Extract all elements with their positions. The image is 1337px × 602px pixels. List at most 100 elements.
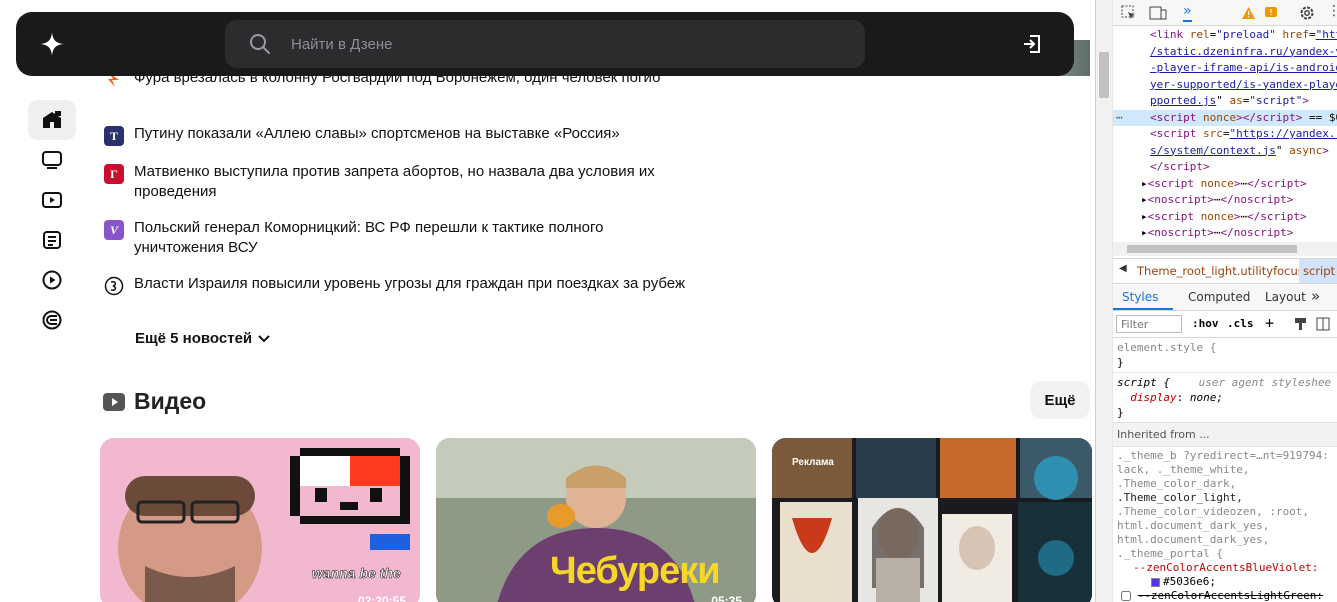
- styles-pane: element.style {} script { user agent sty…: [1113, 338, 1337, 602]
- news-headline[interactable]: Путину показали «Аллею славы» спортсмено…: [134, 124, 694, 146]
- add-rule-icon[interactable]: +: [1265, 314, 1274, 332]
- inspect-element-icon[interactable]: [1121, 5, 1137, 21]
- theme-line: .Theme_color_dark,: [1117, 477, 1237, 490]
- tab-computed[interactable]: Computed: [1188, 290, 1250, 304]
- search-icon: [250, 34, 270, 54]
- svg-text:wanna be the: wanna be the: [312, 565, 401, 581]
- theme-line: lack, ._theme_white,: [1117, 463, 1250, 476]
- news-headline[interactable]: Власти Израиля повысили уровень угрозы д…: [134, 274, 694, 296]
- news-item[interactable]: T Путину показали «Аллею славы» спортсме…: [104, 124, 694, 146]
- violet-prop[interactable]: --zenColorAccentsBlueViolet:: [1133, 561, 1318, 574]
- breadcrumb-item-selected[interactable]: script: [1299, 259, 1337, 283]
- video-section-title: Видео: [134, 388, 207, 414]
- paint-brush-icon[interactable]: [1294, 317, 1307, 331]
- issues-icon[interactable]: [1265, 7, 1277, 19]
- dom-node-line[interactable]: ▸<script nonce>⋯</script>: [1113, 209, 1337, 226]
- dom-node-line[interactable]: <link rel="preload" href="htt: [1113, 27, 1337, 44]
- tab-styles[interactable]: Styles: [1122, 290, 1158, 304]
- news-headline[interactable]: Матвиенко выступила против запрета аборт…: [134, 162, 694, 202]
- theme-line: ._theme_portal {: [1117, 547, 1223, 560]
- news-item[interactable]: Г Матвиенко выступила против запрета або…: [104, 162, 694, 202]
- video-duration: 05:35: [711, 594, 742, 602]
- dom-node-line[interactable]: /static.dzeninfra.ru/yandex-v: [1113, 44, 1337, 61]
- script-selector: script {: [1117, 376, 1170, 389]
- more-tabs-icon[interactable]: »: [1183, 3, 1192, 22]
- styles-filter-bar: :hov .cls +: [1113, 312, 1337, 338]
- dzen-logo-icon[interactable]: [40, 32, 64, 56]
- more-news-label: Ещё 5 новостей: [135, 330, 253, 347]
- color-swatch-icon[interactable]: [1151, 577, 1160, 587]
- login-icon[interactable]: [1020, 32, 1044, 56]
- nav-channels[interactable]: [28, 300, 76, 340]
- styles-filter-input[interactable]: [1116, 315, 1182, 333]
- styles-tabs: Styles Computed Layout »: [1113, 285, 1337, 311]
- theme-line: html.document_dark_yes,: [1117, 533, 1270, 546]
- ad-card[interactable]: Реклама: [772, 438, 1092, 602]
- more-options-icon[interactable]: ⋮: [1327, 3, 1337, 19]
- theme-line: .Theme_color_light,: [1117, 491, 1243, 504]
- nav-articles[interactable]: [28, 220, 76, 260]
- device-toolbar-icon[interactable]: [1149, 5, 1167, 21]
- hov-toggle[interactable]: :hov: [1192, 317, 1219, 330]
- search-bar[interactable]: [225, 20, 865, 68]
- news-item[interactable]: Власти Израиля повысили уровень угрозы д…: [104, 274, 694, 296]
- dom-node-line[interactable]: ▸<noscript>⋯</noscript>: [1113, 225, 1337, 242]
- green-prop[interactable]: --zenColorAccentsLightGreen:: [1138, 589, 1323, 602]
- source-logo-icon: Г: [104, 164, 124, 184]
- display-prop[interactable]: display: [1130, 391, 1176, 404]
- news-headline[interactable]: Польский генерал Коморницкий: ВС РФ пере…: [134, 218, 694, 258]
- tab-layout[interactable]: Layout: [1265, 290, 1306, 304]
- element-style-rule[interactable]: element.style {}: [1113, 338, 1337, 372]
- dom-node-line[interactable]: <script nonce></script> == $0⋯: [1113, 109, 1337, 127]
- violet-val[interactable]: #5036e6;: [1163, 575, 1216, 588]
- channels-icon: [42, 310, 62, 330]
- video-card[interactable]: wanna be the 02:20:55: [100, 438, 420, 602]
- dom-tree[interactable]: <link rel="preload" href="htt/static.dze…: [1113, 27, 1337, 242]
- dom-node-line[interactable]: yer-supported/is-yandex-playe: [1113, 77, 1337, 94]
- dom-node-line[interactable]: -player-iframe-api/is-android: [1113, 60, 1337, 77]
- more-tabs-icon[interactable]: »: [1311, 287, 1320, 305]
- video-card[interactable]: Чебуреки 05:35: [436, 438, 756, 602]
- scrollbar-thumb[interactable]: [1099, 52, 1109, 98]
- warning-icon[interactable]: [1242, 7, 1255, 19]
- cls-toggle[interactable]: .cls: [1227, 317, 1254, 330]
- node-actions-icon[interactable]: ⋯: [1116, 110, 1123, 127]
- dom-node-line[interactable]: ▸<noscript>⋯</noscript>: [1113, 192, 1337, 209]
- hscroll-thumb[interactable]: [1127, 245, 1297, 253]
- home-icon: [43, 111, 61, 128]
- nav-video[interactable]: [28, 180, 76, 220]
- dom-node-line[interactable]: pported.js" as="script">: [1113, 93, 1337, 110]
- tv-icon: [42, 151, 62, 169]
- search-input[interactable]: [291, 20, 831, 68]
- video-section-header: Видео: [102, 388, 206, 415]
- dom-node-line[interactable]: <script src="https://yandex.r: [1113, 126, 1337, 143]
- toggle-sidebar-icon[interactable]: [1316, 317, 1330, 331]
- more-news-button[interactable]: Ещё 5 новостей: [135, 330, 270, 347]
- theme-line: .Theme_color_videozen, :root,: [1117, 505, 1310, 518]
- source-logo-icon: [104, 276, 124, 296]
- page-scrollbar[interactable]: [1096, 0, 1113, 602]
- video-more-button[interactable]: Ещё: [1030, 381, 1090, 419]
- source-logo-icon: V: [104, 220, 124, 240]
- news-item[interactable]: V Польский генерал Коморницкий: ВС РФ пе…: [104, 218, 694, 258]
- nav-shorts[interactable]: [28, 260, 76, 300]
- theme-rule[interactable]: ._theme_b ?yredirect=…nt=919794: lack, .…: [1113, 447, 1337, 602]
- breadcrumb-item[interactable]: Theme_root_light.utilityfocus: [1137, 264, 1304, 278]
- property-checkbox[interactable]: [1121, 591, 1131, 601]
- theme-line: html.document_dark_yes,: [1117, 519, 1270, 532]
- breadcrumb-left-arrow-icon[interactable]: ◀: [1119, 263, 1127, 274]
- display-val[interactable]: none;: [1190, 391, 1223, 404]
- video-duration: 02:20:55: [357, 594, 406, 602]
- dom-node-line[interactable]: </script>: [1113, 159, 1337, 176]
- script-rule[interactable]: script { user agent styleshee display: n…: [1113, 372, 1337, 422]
- nav-tv[interactable]: [28, 140, 76, 180]
- video-caption: Чебуреки: [550, 550, 721, 592]
- dom-node-line[interactable]: ▸<script nonce>⋯</script>: [1113, 176, 1337, 193]
- dom-node-line[interactable]: s/system/context.js" async>: [1113, 143, 1337, 160]
- settings-gear-icon[interactable]: [1299, 5, 1315, 21]
- inherited-from-header: Inherited from ...: [1113, 422, 1337, 447]
- dom-horizontal-scrollbar[interactable]: [1113, 242, 1337, 256]
- nav-home[interactable]: [28, 100, 76, 140]
- source-logo-icon: T: [104, 126, 124, 146]
- element-style-selector: element.style {: [1117, 341, 1217, 354]
